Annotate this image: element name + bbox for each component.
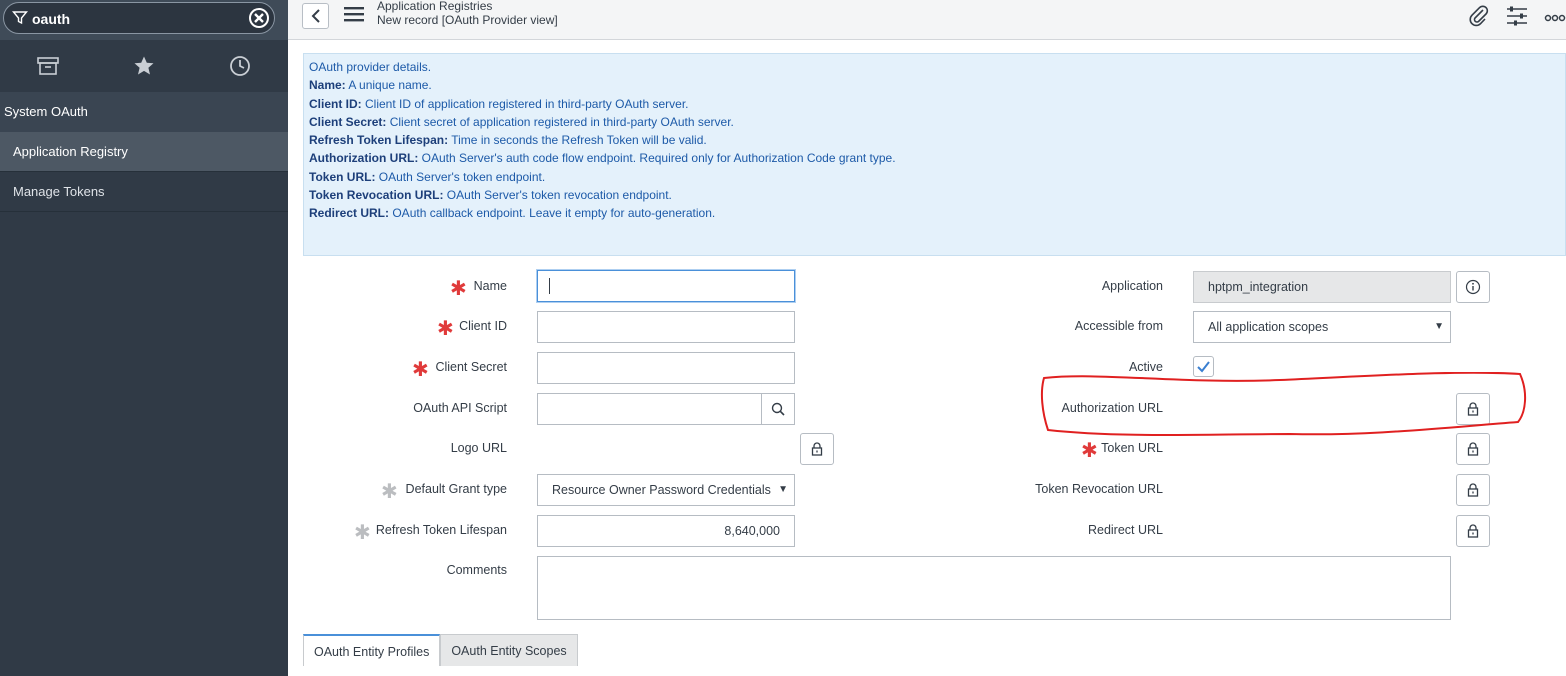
- page-title: Application Registries: [377, 0, 493, 13]
- logo-url-lock-button[interactable]: [800, 433, 834, 465]
- oauth-api-script-label: OAuth API Script: [413, 401, 507, 415]
- info-line: Client Secret: Client secret of applicat…: [309, 114, 734, 129]
- filter-navigator: [3, 2, 275, 34]
- info-intro: OAuth provider details.: [309, 60, 432, 74]
- oauth-api-script-input[interactable]: [537, 393, 762, 425]
- refresh-token-lifespan-input[interactable]: 8,640,000: [537, 515, 795, 547]
- history-tab[interactable]: [192, 40, 288, 92]
- application-label: Application: [1101, 279, 1163, 293]
- sliders-icon[interactable]: [1506, 5, 1528, 27]
- client-id-label: Client ID: [459, 319, 507, 333]
- lock-icon: [1467, 442, 1479, 456]
- red-annotation-outline: [1040, 372, 1526, 436]
- token-revocation-url-lock-button[interactable]: [1456, 474, 1490, 506]
- comments-textarea[interactable]: [537, 556, 1451, 620]
- lock-icon: [811, 442, 823, 456]
- info-line: Token Revocation URL: OAuth Server's tok…: [309, 188, 672, 203]
- default-grant-type-label: Default Grant type: [405, 482, 507, 496]
- related-lists-tabs: OAuth Entity Profiles OAuth Entity Scope…: [303, 634, 578, 676]
- info-line: Client ID: Client ID of application regi…: [309, 96, 689, 111]
- info-message: OAuth provider details. Name: A unique n…: [303, 53, 1566, 256]
- info-icon: [1465, 279, 1481, 295]
- application-field: hptpm_integration: [1193, 271, 1451, 303]
- redirect-url-lock-button[interactable]: [1456, 515, 1490, 547]
- client-secret-input[interactable]: [537, 352, 795, 384]
- sidebar-item-application-registry[interactable]: Application Registry: [0, 132, 288, 172]
- caret-down-icon: ▼: [1434, 321, 1444, 332]
- info-line: Refresh Token Lifespan: Time in seconds …: [309, 133, 707, 148]
- filter-input[interactable]: [32, 9, 232, 29]
- info-line: Name: A unique name.: [309, 78, 432, 93]
- lock-icon: [1467, 483, 1479, 497]
- sidebar-item-manage-tokens[interactable]: Manage Tokens: [0, 172, 288, 212]
- page-subtitle: New record [OAuth Provider view]: [377, 13, 558, 27]
- comments-label: Comments: [446, 563, 507, 577]
- client-id-input[interactable]: [537, 311, 795, 343]
- name-label: Name: [473, 279, 507, 293]
- application-info-button[interactable]: [1456, 271, 1490, 303]
- name-input[interactable]: [537, 270, 795, 302]
- select-value: Resource Owner Password Credentials: [552, 483, 771, 497]
- logo-url-label: Logo URL: [450, 441, 507, 455]
- more-icon[interactable]: [1544, 5, 1566, 27]
- chevron-left-icon: [311, 9, 320, 23]
- info-line: Token URL: OAuth Server's token endpoint…: [309, 169, 546, 184]
- lookup-button[interactable]: [761, 393, 795, 425]
- archive-icon: [37, 57, 59, 75]
- star-icon: [134, 56, 154, 75]
- clock-icon: [230, 56, 250, 76]
- filter-icon: [12, 11, 28, 25]
- select-value: All application scopes: [1208, 320, 1329, 334]
- default-grant-type-select[interactable]: Resource Owner Password Credentials ▼: [537, 474, 795, 506]
- lock-icon: [1467, 524, 1479, 538]
- client-secret-label: Client Secret: [435, 360, 507, 374]
- accessible-from-label: Accessible from: [1074, 319, 1163, 333]
- form-header: Application Registries New record [OAuth…: [288, 0, 1566, 40]
- back-button[interactable]: [302, 3, 329, 29]
- tab-oauth-entity-scopes[interactable]: OAuth Entity Scopes: [440, 634, 578, 666]
- clear-filter-icon[interactable]: [248, 7, 270, 29]
- sidebar: System OAuth Application Registry Manage…: [0, 0, 288, 676]
- token-url-label: Token URL: [1101, 441, 1163, 455]
- hamburger-menu-icon[interactable]: [344, 5, 364, 23]
- info-line: Authorization URL: OAuth Server's auth c…: [309, 151, 896, 166]
- info-line: Redirect URL: OAuth callback endpoint. L…: [309, 206, 716, 221]
- navigator-tabs: [0, 40, 288, 92]
- all-apps-tab[interactable]: [0, 40, 96, 92]
- redirect-url-label: Redirect URL: [1087, 523, 1163, 537]
- filter-bar: [0, 0, 288, 40]
- paperclip-icon[interactable]: [1468, 5, 1490, 27]
- tab-oauth-entity-profiles[interactable]: OAuth Entity Profiles: [303, 634, 441, 666]
- accessible-from-select[interactable]: All application scopes ▼: [1193, 311, 1451, 343]
- search-icon: [771, 402, 785, 416]
- text-cursor: [549, 278, 550, 294]
- token-revocation-url-label: Token Revocation URL: [1035, 482, 1163, 496]
- caret-down-icon: ▼: [778, 484, 788, 495]
- section-header-system-oauth[interactable]: System OAuth: [0, 92, 288, 132]
- favorites-tab[interactable]: [96, 40, 192, 92]
- refresh-token-lifespan-label: Refresh Token Lifespan: [375, 523, 507, 537]
